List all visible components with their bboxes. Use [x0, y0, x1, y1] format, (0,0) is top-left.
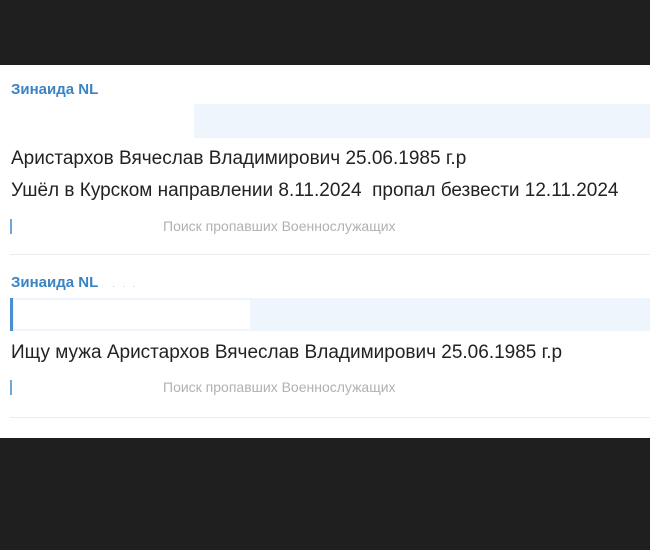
quoted-message-block[interactable]	[194, 104, 650, 138]
message-text-line: Ищу мужа Аристархов Вячеслав Владимирови…	[11, 342, 563, 363]
quote-redacted-area	[14, 300, 250, 329]
message-text-line: Ушёл в Курском направлении 8.11.2024 про…	[11, 180, 619, 201]
source-marker	[10, 380, 12, 395]
top-dark-band	[0, 0, 650, 65]
message-source[interactable]: Поиск пропавших Военнослужащих	[163, 218, 396, 234]
chat-panel: Зинаида NL Аристархов Вячеслав Владимиро…	[0, 65, 650, 438]
message-source[interactable]: Поиск пропавших Военнослужащих	[163, 379, 396, 395]
redacted-marks: · · ·	[112, 281, 138, 292]
bottom-dark-band	[0, 438, 650, 550]
message-text-line: Аристархов Вячеслав Владимирович 25.06.1…	[11, 148, 467, 169]
message-author[interactable]: Зинаида NL	[11, 81, 98, 98]
source-marker	[10, 219, 12, 234]
message-divider	[10, 417, 650, 418]
message-item: Зинаида NL · · · Ищу мужа Аристархов Вяч…	[0, 255, 650, 438]
message-author[interactable]: Зинаида NL	[11, 274, 98, 291]
quoted-message-block[interactable]	[10, 298, 650, 331]
message-item: Зинаида NL Аристархов Вячеслав Владимиро…	[0, 65, 650, 255]
quote-bar	[10, 298, 13, 331]
